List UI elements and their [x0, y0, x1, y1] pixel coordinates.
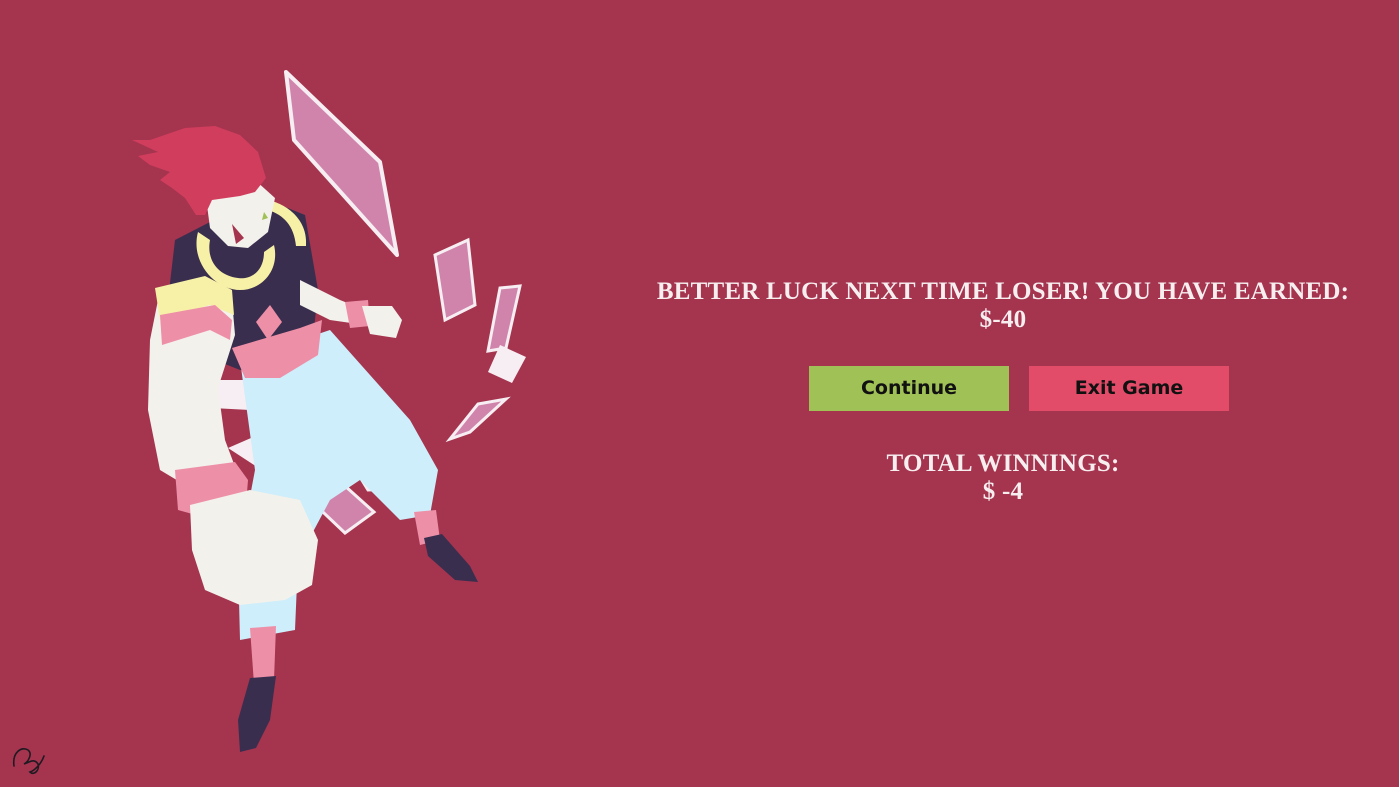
continue-button[interactable]: Continue — [809, 366, 1009, 411]
total-winnings-panel: TOTAL WINNINGS: $ -4 — [608, 450, 1398, 506]
card-throwing-character-icon — [12, 70, 526, 775]
earned-amount: $-40 — [979, 306, 1027, 333]
artist-signature-icon — [12, 748, 45, 775]
game-over-screen: BETTER LUCK NEXT TIME LOSER! YOU HAVE EA… — [0, 0, 1399, 787]
result-message: BETTER LUCK NEXT TIME LOSER! YOU HAVE EA… — [656, 278, 1350, 305]
exit-game-button[interactable]: Exit Game — [1029, 366, 1229, 411]
action-buttons: Continue Exit Game — [809, 366, 1229, 411]
result-panel: BETTER LUCK NEXT TIME LOSER! YOU HAVE EA… — [608, 278, 1398, 334]
total-winnings-amount: $ -4 — [982, 478, 1024, 505]
total-winnings-label: TOTAL WINNINGS: — [886, 450, 1120, 477]
